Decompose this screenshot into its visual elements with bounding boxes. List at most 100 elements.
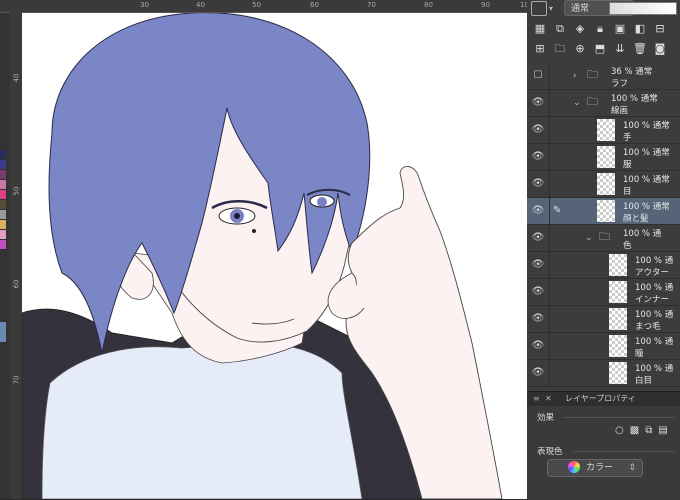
divider [549, 144, 550, 171]
pen-edit-icon: ✎ [553, 205, 562, 216]
expression-color-select[interactable]: カラー ⇕ [547, 459, 643, 477]
layer-opacity-mode: 100 % 通 [635, 364, 674, 374]
layer-row[interactable]: 👁︎ ✎ 100 % 通常 顔と髪 [527, 198, 680, 225]
ruler-label: 70 [12, 375, 21, 385]
eye-icon[interactable]: 👁︎ [531, 232, 545, 244]
color-swatch[interactable] [0, 160, 6, 169]
divider [549, 198, 550, 225]
eye-icon[interactable]: 👁︎ [531, 151, 545, 163]
eye-icon[interactable]: 👁︎ [531, 259, 545, 271]
layer-thumbnail [597, 119, 615, 141]
eye-icon[interactable]: 👁︎ [531, 286, 545, 298]
more-effect-icon[interactable]: ▤ [658, 424, 667, 438]
layer-row[interactable]: 👁︎ 100 % 通瞳 [527, 333, 680, 360]
eye-icon[interactable]: 👁︎ [531, 178, 545, 190]
chevron-right-icon[interactable]: › [573, 70, 583, 82]
divider [549, 225, 550, 252]
eye-icon[interactable]: 👁︎ [531, 313, 545, 325]
layer-color-effect-icon[interactable]: ⧉ [645, 424, 652, 438]
layer-thumbnail [609, 362, 627, 384]
divider [549, 306, 550, 333]
layer-name: 目 [623, 187, 632, 197]
new-folder-icon[interactable]: 🗀︎ [553, 42, 567, 56]
layer-row[interactable]: 👁︎ 100 % 通インナー [527, 279, 680, 306]
layer-mask-icon[interactable]: ◙ [653, 42, 667, 56]
mask-icon[interactable]: ◧ [633, 22, 647, 36]
layer-color-icon[interactable] [531, 1, 547, 16]
folder-icon: 🗀︎ [587, 68, 598, 81]
ruler-label: 90 [481, 1, 490, 9]
eye-icon[interactable]: 👁︎ [531, 97, 545, 109]
color-swatch[interactable] [0, 190, 6, 199]
layer-row[interactable]: 👁︎ ⌄ 🗀︎ 100 % 通色 [527, 225, 680, 252]
layer-row[interactable]: 👁︎ 100 % 通アウター [527, 252, 680, 279]
ruler-label: 80 [424, 1, 433, 9]
eye-icon[interactable]: 👁︎ [531, 124, 545, 136]
border-effect-icon[interactable]: ○ [615, 424, 624, 438]
close-icon[interactable]: ✕ [545, 392, 552, 406]
grip-icon[interactable]: ≡ [533, 392, 540, 406]
ruler-label: 70 [367, 1, 376, 9]
drawing-canvas[interactable] [22, 13, 527, 499]
layer-opacity-mode: 100 % 通常 [623, 202, 670, 212]
eye-icon[interactable]: 👁︎ [531, 367, 545, 379]
layer-row[interactable]: 👁︎ 100 % 通常手 [527, 117, 680, 144]
divider [563, 417, 675, 418]
layer-row[interactable]: 👁︎ 100 % 通まつ毛 [527, 306, 680, 333]
new-vector-icon[interactable]: ⊕ [573, 42, 587, 56]
new-raster-layer-icon[interactable]: ⊞ [533, 42, 547, 56]
effect-label: 効果 [537, 413, 555, 423]
color-swatch[interactable] [0, 230, 6, 239]
layer-name: アウター [635, 268, 670, 278]
property-panel-header[interactable]: ≡ ✕ レイヤープロパティ [527, 392, 680, 406]
clip-icon[interactable]: ⧉ [553, 22, 567, 36]
layer-name: ラフ [611, 79, 629, 89]
ruler-label: 30 [140, 1, 149, 9]
visibility-off-icon[interactable]: ☐ [531, 70, 545, 82]
delete-layer-icon[interactable]: 🗑︎ [633, 42, 647, 56]
layer-fill-icon[interactable]: ▦ [533, 22, 547, 36]
layer-thumbnail [609, 281, 627, 303]
left-tool-strip [0, 12, 10, 499]
property-panel-title: レイヤープロパティ [565, 394, 636, 403]
layer-opacity-mode: 36 % 通常 [611, 67, 653, 77]
ruler-icon[interactable]: ⊟ [653, 22, 667, 36]
ruler-label: 100 [520, 1, 527, 9]
layer-opacity-mode: 100 % 通 [635, 283, 674, 293]
layer-thumbnail [609, 254, 627, 276]
layer-thumbnail [609, 335, 627, 357]
eye-icon[interactable]: 👁︎ [531, 205, 545, 217]
color-swatch[interactable] [0, 322, 6, 342]
lock-icon[interactable]: 🔒︎ [593, 22, 607, 36]
merge-icon[interactable]: ⬒ [593, 42, 607, 56]
chevron-down-icon[interactable]: ⌄ [573, 97, 583, 109]
color-swatch[interactable] [0, 200, 6, 209]
color-swatch[interactable] [0, 150, 6, 159]
layer-row[interactable]: 👁︎ 100 % 通常目 [527, 171, 680, 198]
layer-thumbnail [597, 200, 615, 222]
color-swatch[interactable] [0, 180, 6, 189]
layer-name: まつ毛 [635, 322, 661, 332]
layer-name: 色 [623, 241, 632, 251]
color-swatch[interactable] [0, 210, 6, 219]
ruler-label: 40 [12, 73, 21, 83]
layer-row[interactable]: ☐ › 🗀︎ 36 % 通常 ラフ [527, 63, 680, 90]
layer-opacity-mode: 100 % 通 [635, 337, 674, 347]
chevron-down-icon[interactable]: ▾ [549, 4, 553, 13]
color-swatch[interactable] [0, 170, 6, 179]
ruler-label: 50 [12, 186, 21, 196]
color-swatch[interactable] [0, 240, 6, 249]
eye-icon[interactable]: 👁︎ [531, 340, 545, 352]
color-swatch[interactable] [0, 220, 6, 229]
reference-icon[interactable]: ◈ [573, 22, 587, 36]
layer-row[interactable]: 👁︎ ⌄ 🗀︎ 100 % 通常 線画 [527, 90, 680, 117]
tone-effect-icon[interactable]: ▩ [630, 424, 639, 438]
transfer-icon[interactable]: ⇊ [613, 42, 627, 56]
layer-row[interactable]: 👁︎ 100 % 通白目 [527, 360, 680, 387]
chevron-down-icon[interactable]: ⌄ [585, 232, 595, 244]
layer-row[interactable]: 👁︎ 100 % 通常服 [527, 144, 680, 171]
layer-list: ☐ › 🗀︎ 36 % 通常 ラフ 👁︎ ⌄ 🗀︎ 100 % 通常 線画 👁︎ 100 % 通常手 👁… [527, 63, 680, 393]
opacity-slider[interactable] [609, 2, 677, 15]
ruler-label: 40 [196, 1, 205, 9]
lock-alpha-icon[interactable]: ▣ [613, 22, 627, 36]
